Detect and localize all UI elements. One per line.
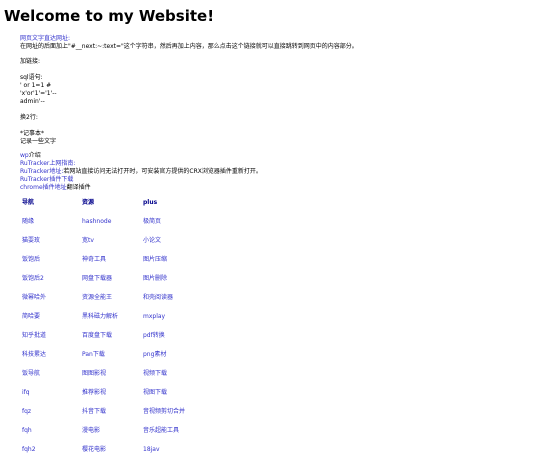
nav-link[interactable]: 资源全能王	[82, 294, 112, 302]
rutracker-address-text: 若网站直接访问无法打开时，可安装官方提供的CRX浏览器插件重新打开。	[63, 168, 262, 175]
page: Welcome to my Website! 网页文字直达网址: 在网址的后面加…	[0, 0, 540, 453]
add-link-label: 加链接:	[20, 58, 41, 65]
nav-link[interactable]: 科技累达	[22, 351, 46, 359]
sql-line: 'x'or'1'='1'--	[20, 90, 57, 97]
nav-link[interactable]: 樱花电影	[82, 446, 106, 454]
wp-link[interactable]: wp	[20, 152, 29, 159]
nav-link[interactable]: png素材	[143, 351, 166, 359]
wp-text: 介绍	[28, 152, 41, 159]
nav-link[interactable]: 简哈要	[22, 313, 40, 321]
nav-table: 导航 资源 plus 随缘 hashnode 极简页猫耍玫 宽tv 小论文饭饱后 神奇工具…	[20, 199, 250, 465]
notepad-text: 记录一些文字	[20, 138, 57, 145]
chrome-plugin-text: 翻译插件	[66, 184, 91, 191]
sql-section: sql语句: ' or 1=1 # 'x'or'1'='1'-- admin'-…	[20, 74, 57, 106]
table-row: fqz 抖音下载 音视频剪切合并	[20, 408, 250, 427]
nav-link[interactable]: hashnode	[82, 218, 111, 226]
chrome-plugin-link[interactable]: chrome插件地址	[20, 184, 67, 191]
intro-link[interactable]: 网页文字直达网址:	[20, 35, 70, 42]
rutracker-guide-link[interactable]: RuTracker上网指南:	[20, 160, 75, 167]
nav-link[interactable]: 饭饱后	[22, 256, 40, 264]
page-title: Welcome to my Website!	[4, 7, 215, 25]
table-row: 饭饱后 神奇工具 图片压缩	[20, 256, 250, 275]
nav-link[interactable]: mxplay	[143, 313, 165, 321]
nav-link[interactable]: 知乎批道	[22, 332, 46, 340]
table-row: 知乎批道 百度盘下载 pdf转换	[20, 332, 250, 351]
newline-label: 换2行:	[20, 114, 38, 121]
nav-link[interactable]: 百度盘下载	[82, 332, 112, 340]
nav-link[interactable]: fqh2	[22, 446, 36, 454]
nav-link[interactable]: 和壳阅读器	[143, 294, 173, 302]
nav-link[interactable]: 图片压缩	[143, 256, 167, 264]
nav-link[interactable]: ifq	[22, 389, 30, 397]
nav-link[interactable]: 音乐超能工具	[143, 427, 179, 435]
table-row: 随缘 hashnode 极简页	[20, 218, 250, 237]
table-row: 微幂哈外 资源全能王 和壳阅读器	[20, 294, 250, 313]
sql-line: ' or 1=1 #	[20, 82, 52, 89]
table-row: 科技累达 Pan下载 png素材	[20, 351, 250, 370]
nav-link[interactable]: 漫电影	[82, 427, 100, 435]
nav-link[interactable]: 微幂哈外	[22, 294, 46, 302]
sql-label: sql语句:	[20, 74, 43, 81]
table-row: fqh 漫电影 音乐超能工具	[20, 427, 250, 446]
nav-link[interactable]: 饭导航	[22, 370, 40, 378]
nav-link[interactable]: 极简页	[143, 218, 161, 226]
nav-link[interactable]: fqz	[22, 408, 31, 416]
nav-link[interactable]: 网盘下载器	[82, 275, 112, 283]
nav-link[interactable]: 神奇工具	[82, 256, 106, 264]
nav-table-header: 导航 资源 plus	[20, 199, 250, 218]
nav-link[interactable]: 随缘	[22, 218, 34, 226]
table-row: fqh2 樱花电影 18jav	[20, 446, 250, 465]
nav-link[interactable]: 图图影视	[82, 370, 106, 378]
table-row: 饭导航 图图影视 视频下载	[20, 370, 250, 389]
header-resources: 资源	[82, 199, 95, 206]
nav-link[interactable]: 音视频剪切合并	[143, 408, 185, 416]
nav-link[interactable]: 黑科磁力解析	[82, 313, 118, 321]
notepad-section: *记事本* 记录一些文字	[20, 130, 56, 146]
rutracker-plugin-link[interactable]: RuTracker插件下载	[20, 176, 73, 183]
notepad-label: *记事本*	[20, 130, 45, 137]
links-section: wp介绍 RuTracker上网指南: RuTracker地址:若网站直接访问无…	[20, 152, 262, 192]
nav-link[interactable]: 猫耍玫	[22, 237, 40, 245]
nav-link[interactable]: 宽tv	[82, 237, 94, 245]
rutracker-address-link[interactable]: RuTracker地址:	[20, 168, 63, 175]
nav-link[interactable]: 抖音下载	[82, 408, 106, 416]
nav-link[interactable]: 图片删除	[143, 275, 167, 283]
nav-link[interactable]: Pan下载	[82, 351, 105, 359]
table-row: 饭饱后2 网盘下载器 图片删除	[20, 275, 250, 294]
intro-section: 网页文字直达网址: 在网址的后面加上"#__next:~:text="这个字符串…	[20, 35, 358, 51]
nav-link[interactable]: fqh	[22, 427, 32, 435]
nav-link[interactable]: pdf转换	[143, 332, 165, 340]
table-row: 简哈要 黑科磁力解析 mxplay	[20, 313, 250, 332]
nav-link[interactable]: 视频下载	[143, 370, 167, 378]
nav-link[interactable]: 18jav	[143, 446, 160, 454]
intro-text: 在网址的后面加上"#__next:~:text="这个字符串，然后再加上内容，那…	[20, 43, 358, 50]
table-row: 猫耍玫 宽tv 小论文	[20, 237, 250, 256]
nav-link[interactable]: 饭饱后2	[22, 275, 44, 283]
nav-link[interactable]: 视图下载	[143, 389, 167, 397]
nav-link[interactable]: 推荐影视	[82, 389, 106, 397]
header-plus: plus	[143, 199, 158, 206]
sql-line: admin'--	[20, 98, 45, 105]
header-nav: 导航	[22, 199, 35, 206]
table-row: ifq 推荐影视 视图下载	[20, 389, 250, 408]
nav-link[interactable]: 小论文	[143, 237, 161, 245]
